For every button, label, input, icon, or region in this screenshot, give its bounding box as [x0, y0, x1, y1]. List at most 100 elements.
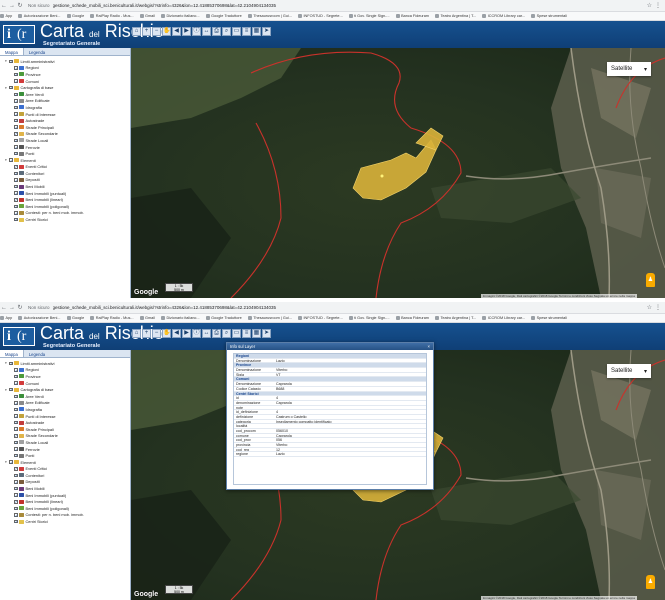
layer-checkbox[interactable]	[14, 72, 18, 77]
url-field[interactable]: gestione_schede_mobili_sci.beniculturali…	[53, 305, 277, 310]
layer-item[interactable]: Eventi Critici	[5, 164, 130, 171]
layer-checkbox[interactable]	[14, 381, 18, 385]
layer-item[interactable]: Depositi	[5, 177, 130, 184]
layer-checkbox[interactable]	[14, 197, 18, 202]
layer-checkbox[interactable]	[14, 125, 18, 129]
layer-checkbox[interactable]	[14, 513, 18, 517]
layer-item[interactable]: Beni Mobili	[5, 485, 130, 492]
layer-item[interactable]: Punti di Interesse	[5, 111, 130, 118]
layer-checkbox[interactable]	[14, 171, 18, 175]
layer-checkbox[interactable]	[14, 204, 18, 208]
bookmark-item[interactable]: Gmail	[139, 14, 155, 18]
layer-checkbox[interactable]	[14, 480, 18, 484]
forward-icon[interactable]: ▶	[182, 27, 191, 36]
bookmark-item[interactable]: ICCROM Library car...	[482, 316, 525, 320]
layer-item[interactable]: Beni Immobili (puntuali)	[5, 492, 130, 499]
layer-item[interactable]: Beni Mobili	[5, 183, 130, 190]
layer-group[interactable]: ▾ Elementi	[5, 459, 130, 466]
layer-item[interactable]: Centri Storici	[5, 518, 130, 525]
bookmark-item[interactable]: Banca Fideuram	[395, 316, 429, 320]
layer-checkbox[interactable]	[14, 440, 18, 445]
layer-checkbox[interactable]	[14, 118, 18, 123]
arrow-icon[interactable]: ➤	[262, 329, 271, 338]
expand-icon[interactable]: ▾	[5, 158, 8, 162]
url-field[interactable]: gestione_schede_mobili_sci.beniculturali…	[53, 3, 277, 8]
layer-checkbox[interactable]	[14, 132, 18, 136]
layer-item[interactable]: Regioni	[5, 65, 130, 72]
bookmark-item[interactable]: RaiPlay Radio - Mus...	[90, 14, 134, 18]
layer-checkbox[interactable]	[9, 85, 13, 90]
home-icon[interactable]: ⌂	[132, 27, 141, 36]
layer-checkbox[interactable]	[14, 99, 18, 103]
layer-checkbox[interactable]	[14, 473, 18, 477]
bookmark-item[interactable]: Thesaurusroom | Gui...	[247, 14, 292, 18]
pegman-icon[interactable]: ♟	[646, 575, 655, 589]
layer-item[interactable]: Ponti	[5, 452, 130, 459]
expand-icon[interactable]: ▾	[5, 59, 8, 63]
bookmark-item[interactable]: INFOSTUD - Segrete...	[297, 316, 343, 320]
bookmark-item[interactable]: INFOSTUD - Segrete...	[297, 14, 343, 18]
layer-checkbox[interactable]	[14, 453, 18, 458]
reload-icon[interactable]: ↻	[16, 304, 24, 311]
layer-item[interactable]: Strade Principali	[5, 124, 130, 131]
layers-icon[interactable]: ≡	[242, 27, 251, 36]
layers-icon[interactable]: ≡	[242, 329, 251, 338]
back-arrow-icon[interactable]: ←	[0, 305, 8, 311]
bookmark-item[interactable]: Gmail	[139, 316, 155, 320]
home-icon[interactable]: ⌂	[132, 329, 141, 338]
layer-checkbox[interactable]	[14, 486, 18, 491]
search-icon[interactable]: ⌕	[222, 27, 231, 36]
bookmark-item[interactable]: Dizionario italiano...	[160, 14, 200, 18]
layer-checkbox[interactable]	[14, 519, 18, 524]
bookmark-item[interactable]: Autorizzazione Beni...	[18, 14, 61, 18]
reload-icon[interactable]: ↻	[16, 2, 24, 9]
layer-item[interactable]: Strade Secondarie	[5, 131, 130, 138]
back-icon[interactable]: ◀	[172, 27, 181, 36]
layer-checkbox[interactable]	[14, 151, 18, 156]
layer-checkbox[interactable]	[14, 427, 18, 431]
layer-checkbox[interactable]	[14, 506, 18, 510]
grid-icon[interactable]: ▦	[252, 27, 261, 36]
tab-legenda[interactable]: Legenda	[24, 350, 50, 357]
layer-item[interactable]: Beni Immobili (lineari)	[5, 498, 130, 505]
layer-item[interactable]: Strade Secondarie	[5, 433, 130, 440]
forward-icon[interactable]: ▶	[182, 329, 191, 338]
tab-mappa[interactable]: Mappa	[0, 48, 24, 55]
arrow-icon[interactable]: ➤	[262, 27, 271, 36]
layer-item[interactable]: Strade Locali	[5, 137, 130, 144]
forward-arrow-icon[interactable]: →	[8, 3, 16, 9]
zoom-in-icon[interactable]: +	[142, 27, 151, 36]
expand-icon[interactable]: ▾	[5, 388, 8, 392]
layer-checkbox[interactable]	[14, 79, 18, 83]
layer-checkbox[interactable]	[14, 401, 18, 405]
layer-item[interactable]: Idrografia	[5, 104, 130, 111]
pegman-icon[interactable]: ♟	[646, 273, 655, 287]
layer-item[interactable]: Beni Immobili (puntuali)	[5, 190, 130, 197]
layer-item[interactable]: Strade Locali	[5, 439, 130, 446]
layer-item[interactable]: Contenitori	[5, 170, 130, 177]
layer-item[interactable]: Contenitori	[5, 472, 130, 479]
layer-item[interactable]: Aree Verdi	[5, 393, 130, 400]
zoom-in-icon[interactable]: +	[142, 329, 151, 338]
layer-checkbox[interactable]	[14, 145, 18, 149]
layer-item[interactable]: Centri Storici	[5, 216, 130, 223]
layer-item[interactable]: Contesti: per n. beni mob. immob.	[5, 512, 130, 519]
bookmark-item[interactable]: Google	[66, 14, 84, 18]
layer-group[interactable]: ▾ Cartografia di base	[5, 84, 130, 91]
print-icon[interactable]: ⎙	[212, 27, 221, 36]
bookmark-item[interactable]: Teatro Argentina | T...	[434, 316, 476, 320]
menu-dots-icon[interactable]: ⋮	[655, 2, 661, 9]
layer-item[interactable]: Comuni	[5, 78, 130, 85]
layer-checkbox[interactable]	[14, 66, 18, 70]
bookmark-item[interactable]: ICCROM Library car...	[482, 14, 525, 18]
layer-checkbox[interactable]	[14, 112, 18, 116]
layer-item[interactable]: Strade Principali	[5, 426, 130, 433]
close-icon[interactable]: ×	[428, 344, 430, 349]
pan-icon[interactable]: ✋	[162, 329, 171, 338]
bookmark-item[interactable]: ti Gov. Single Sign-...	[348, 14, 390, 18]
layer-group[interactable]: ▾ Elementi	[5, 157, 130, 164]
layer-item[interactable]: Regioni	[5, 367, 130, 374]
layer-item[interactable]: Aree Edificate	[5, 400, 130, 407]
layer-item[interactable]: Comuni	[5, 380, 130, 387]
bookmark-item[interactable]: Spese strumentali	[531, 316, 567, 320]
